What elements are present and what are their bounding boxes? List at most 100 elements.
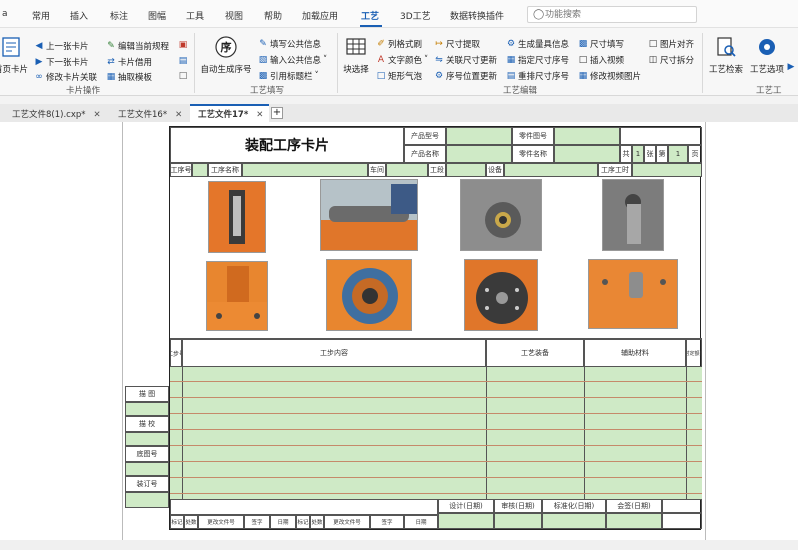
menu-item-tools[interactable]: 工具	[186, 9, 204, 22]
revision-upper-area	[170, 499, 438, 515]
part-name-cell[interactable]	[554, 145, 620, 163]
sheet-count-cell[interactable]: 1	[632, 145, 644, 163]
text-color-button[interactable]: A 文字颜色 ˅	[376, 54, 428, 66]
menu-item-frame[interactable]: 图幅	[148, 9, 166, 22]
block-select-button[interactable]: 块选择	[340, 34, 372, 75]
dim-fill-button[interactable]: ▩ 尺寸填写	[578, 38, 624, 50]
process-name-cell[interactable]	[242, 163, 368, 177]
assembly-photo-2[interactable]	[320, 179, 418, 251]
product-name-cell[interactable]	[446, 145, 512, 163]
assembly-photo-4[interactable]	[602, 179, 664, 251]
close-icon[interactable]: ✕	[256, 110, 263, 120]
seq-icon: 序	[213, 34, 239, 60]
step-rows-area[interactable]	[170, 367, 702, 499]
close-icon[interactable]: ✕	[94, 110, 101, 120]
dim-split-button[interactable]: ◫ 尺寸拆分	[648, 54, 694, 66]
process-hours-cell[interactable]	[632, 163, 702, 177]
photo-7-art	[476, 272, 528, 324]
reorder-dim-seq-button[interactable]: ▤ 重排尺寸序号	[506, 70, 569, 82]
section-cell[interactable]	[446, 163, 486, 177]
process-options-button[interactable]: 工艺选项	[748, 34, 786, 75]
assign-dim-seq-button[interactable]: ▦ 指定尺寸序号	[506, 54, 569, 66]
product-code-cell[interactable]	[446, 127, 512, 145]
card-tool-2-button[interactable]: ▤	[178, 56, 188, 66]
ref-title-button[interactable]: ▩ 引用标题栏 ˅	[258, 70, 319, 82]
drawing-canvas[interactable]: 描 图 描 校 底图号 装订号 装配工序卡片 产品型号 零件图号 产品名称 零件…	[0, 122, 798, 550]
edit-current-rule-button[interactable]: ✎ 编辑当前规程	[106, 40, 169, 52]
menu-item-data-convert[interactable]: 数据转换插件	[450, 9, 504, 22]
step-col-divider	[182, 367, 183, 499]
modify-card-link-button[interactable]: ∞ 修改卡片关联	[34, 71, 97, 83]
column-format-button[interactable]: ✐ 列格式刷	[376, 38, 422, 50]
side-cell-check[interactable]	[125, 432, 169, 446]
menu-item-file[interactable]: a	[2, 9, 8, 19]
input-public-info-button[interactable]: ▧ 输入公共信息 ˅	[258, 54, 328, 66]
menu-item-3d-process[interactable]: 3D工艺	[400, 9, 431, 22]
sign-countersign-cell[interactable]	[606, 513, 662, 529]
dim-extract-button[interactable]: ↦ 尺寸提取	[434, 38, 480, 50]
fill-public-info-button[interactable]: ✎ 填写公共信息	[258, 38, 321, 50]
assembly-photo-6[interactable]	[326, 259, 412, 331]
menu-item-process[interactable]: 工艺	[361, 9, 379, 22]
link-dim-update-button[interactable]: ⇋ 关联尺寸更新	[434, 54, 497, 66]
card-tool-1-button[interactable]: ▣	[178, 40, 188, 50]
font-color-icon: A	[377, 55, 385, 65]
side-cell-trace[interactable]	[125, 402, 169, 416]
part-code-cell[interactable]	[554, 127, 620, 145]
page-num-cell[interactable]: 1	[668, 145, 688, 163]
menu-item-view[interactable]: 视图	[225, 9, 243, 22]
sign-design-label: 设计(日期)	[438, 499, 494, 513]
menu-item-insert[interactable]: 插入	[70, 9, 88, 22]
next-card-button[interactable]: ▶ 下一张卡片	[34, 56, 89, 68]
doc-tab-1[interactable]: 工艺文件8(1).cxp* ✕	[4, 104, 107, 122]
assembly-photo-5[interactable]	[206, 261, 268, 331]
seq-pos-icon: ⚙	[434, 71, 444, 81]
assembly-photo-7[interactable]	[464, 259, 538, 331]
sign-standard-cell[interactable]	[542, 513, 606, 529]
gen-tool-info-button[interactable]: ⚙ 生成量具信息	[506, 38, 569, 50]
assembly-photo-1[interactable]	[208, 181, 266, 253]
photo-8-art	[602, 272, 666, 298]
search-input[interactable]	[545, 8, 693, 21]
menu-item-annotate[interactable]: 标注	[110, 9, 128, 22]
search-box[interactable]: ◯	[527, 6, 697, 23]
add-tab-button[interactable]: +	[271, 107, 283, 119]
card-tool-red-icon: ▣	[178, 40, 188, 50]
doc-tab-3[interactable]: 工艺文件17* ✕	[190, 104, 270, 122]
menu-item-help[interactable]: 帮助	[264, 9, 282, 22]
prev-card-button[interactable]: ◀ 上一张卡片	[34, 40, 89, 52]
process-no-cell[interactable]	[192, 163, 208, 177]
menu-item-addons[interactable]: 加载应用	[302, 9, 338, 22]
insert-video-button[interactable]: □ 插入视频	[578, 54, 624, 66]
first-card-button[interactable]: 首页卡片	[0, 34, 28, 75]
menu-item-common[interactable]: 常用	[32, 9, 50, 22]
card-borrow-button[interactable]: ⇄ 卡片借用	[106, 56, 152, 68]
workshop-cell[interactable]	[386, 163, 428, 177]
sign-design-cell[interactable]	[438, 513, 494, 529]
step-row-line	[170, 461, 702, 462]
process-search-button[interactable]: 工艺检索	[706, 34, 746, 75]
assembly-photo-8[interactable]	[588, 259, 678, 329]
auto-seq-button[interactable]: 序 自动生成序号	[198, 34, 254, 75]
photo-2-art	[321, 184, 417, 250]
assembly-photo-3[interactable]	[460, 179, 542, 251]
seq-pos-update-button[interactable]: ⚙ 序号位置更新	[434, 70, 497, 82]
brush-icon: ✐	[377, 39, 385, 49]
ribbon-separator	[702, 33, 703, 93]
chevron-down-icon: ˅	[424, 55, 429, 65]
pic-align-button[interactable]: □ 图片对齐	[648, 38, 694, 50]
card-tool-3-button[interactable]: □	[178, 71, 188, 81]
doc-tab-2[interactable]: 工艺文件16* ✕	[110, 104, 188, 122]
extract-template-button[interactable]: ▦ 抽取模板	[106, 71, 152, 83]
ribbon-more-button[interactable]: ▶	[786, 62, 796, 72]
column-format-label: 列格式刷	[388, 40, 423, 50]
rev-doc-label-2: 更改文件号	[324, 515, 370, 529]
close-icon[interactable]: ✕	[175, 110, 182, 120]
modify-video-pic-button[interactable]: ▦ 修改视频图片	[578, 70, 641, 82]
side-cell-base-drawing[interactable]	[125, 462, 169, 476]
side-cell-binding[interactable]	[125, 492, 169, 508]
rect-bubble-button[interactable]: □ 矩形气泡	[376, 70, 422, 82]
assign-seq-icon: ▦	[506, 55, 516, 65]
sign-review-cell[interactable]	[494, 513, 542, 529]
equipment-cell[interactable]	[504, 163, 598, 177]
